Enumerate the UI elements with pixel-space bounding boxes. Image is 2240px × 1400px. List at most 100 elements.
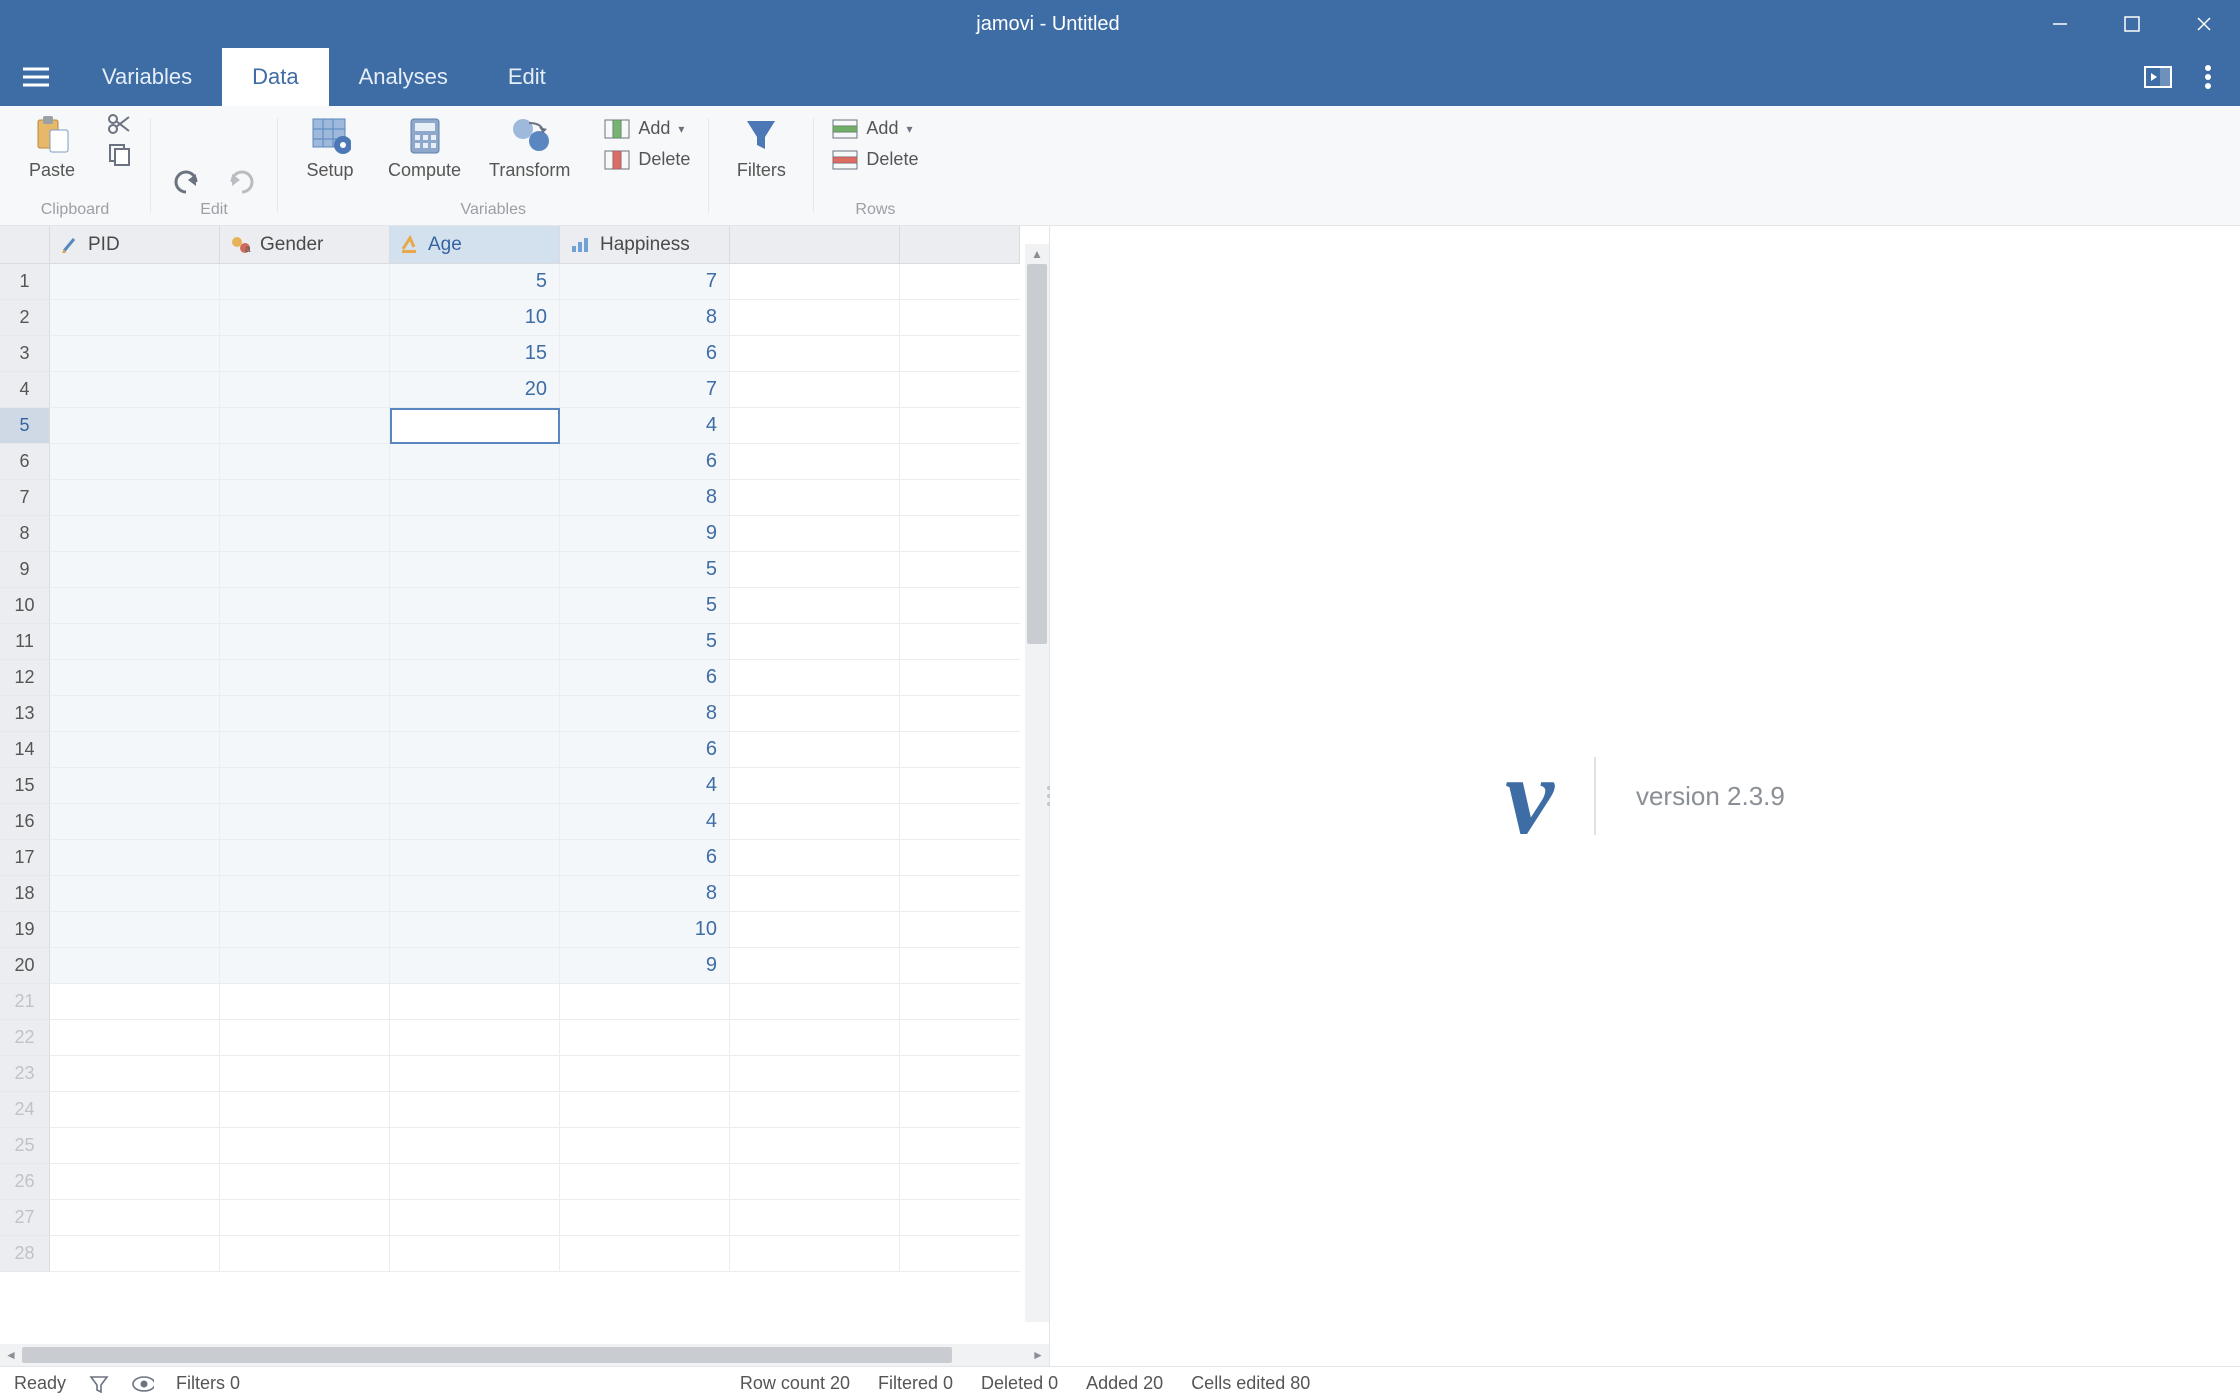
cell[interactable] (560, 1092, 730, 1128)
cell-empty[interactable] (900, 1128, 1020, 1164)
cell[interactable]: 6 (560, 840, 730, 876)
cell[interactable] (50, 624, 220, 660)
row-number[interactable]: 4 (0, 372, 50, 408)
cell[interactable]: 5 (560, 624, 730, 660)
minimize-button[interactable] (2024, 0, 2096, 48)
cell[interactable] (50, 1020, 220, 1056)
toggle-results-pane-icon[interactable] (2140, 59, 2176, 95)
cell[interactable]: 7 (560, 264, 730, 300)
column-header-happiness[interactable]: Happiness (560, 226, 730, 264)
column-header-gender[interactable]: aGender (220, 226, 390, 264)
cell[interactable]: 9 (560, 516, 730, 552)
cell[interactable] (50, 588, 220, 624)
cell[interactable]: 5 (560, 552, 730, 588)
cell[interactable]: 10 (390, 300, 560, 336)
cell[interactable] (220, 1128, 390, 1164)
cell[interactable] (50, 444, 220, 480)
cell[interactable] (220, 1236, 390, 1272)
cell[interactable]: 9 (560, 948, 730, 984)
cell[interactable] (560, 1236, 730, 1272)
filter-status-icon[interactable] (88, 1373, 110, 1395)
cell[interactable]: 8 (560, 696, 730, 732)
cell-empty[interactable] (900, 552, 1020, 588)
column-header-empty[interactable] (900, 226, 1020, 264)
cell[interactable] (560, 1200, 730, 1236)
cell[interactable]: 6 (560, 336, 730, 372)
cut-button[interactable] (100, 112, 138, 136)
cell-empty[interactable] (730, 840, 900, 876)
row-number[interactable]: 1 (0, 264, 50, 300)
cell[interactable] (220, 984, 390, 1020)
cell[interactable] (220, 588, 390, 624)
cell-empty[interactable] (730, 1128, 900, 1164)
column-header-pid[interactable]: PID (50, 226, 220, 264)
cell[interactable]: 5 (390, 264, 560, 300)
cell[interactable]: 8 (560, 876, 730, 912)
redo-button[interactable] (223, 163, 259, 199)
cell[interactable] (390, 1020, 560, 1056)
cell[interactable] (390, 1092, 560, 1128)
cell-empty[interactable] (730, 444, 900, 480)
cell-empty[interactable] (900, 588, 1020, 624)
cell[interactable] (50, 552, 220, 588)
cell-empty[interactable] (730, 516, 900, 552)
cell-empty[interactable] (730, 948, 900, 984)
cell-empty[interactable] (730, 552, 900, 588)
cell[interactable] (560, 1020, 730, 1056)
tab-variables[interactable]: Variables (72, 48, 222, 106)
corner-cell[interactable] (0, 226, 50, 264)
cell[interactable] (220, 1200, 390, 1236)
cell-empty[interactable] (730, 696, 900, 732)
column-header-empty[interactable] (730, 226, 900, 264)
cell-empty[interactable] (900, 840, 1020, 876)
cell[interactable]: 4 (560, 768, 730, 804)
cell[interactable] (560, 1056, 730, 1092)
cell[interactable] (50, 660, 220, 696)
row-number[interactable]: 23 (0, 1056, 50, 1092)
cell-empty[interactable] (730, 588, 900, 624)
cell[interactable] (50, 264, 220, 300)
cell[interactable] (390, 984, 560, 1020)
cell[interactable] (220, 264, 390, 300)
row-number[interactable]: 19 (0, 912, 50, 948)
row-number[interactable]: 6 (0, 444, 50, 480)
cell[interactable] (220, 336, 390, 372)
cell[interactable] (390, 408, 560, 444)
row-number[interactable]: 16 (0, 804, 50, 840)
cell-empty[interactable] (730, 264, 900, 300)
cell[interactable] (220, 1020, 390, 1056)
row-number[interactable]: 21 (0, 984, 50, 1020)
cell[interactable] (220, 372, 390, 408)
cell[interactable] (390, 660, 560, 696)
cell-empty[interactable] (730, 912, 900, 948)
cell[interactable]: 6 (560, 660, 730, 696)
cell[interactable] (220, 840, 390, 876)
cell[interactable] (390, 1200, 560, 1236)
cell[interactable] (390, 1128, 560, 1164)
cell-empty[interactable] (730, 876, 900, 912)
cell-empty[interactable] (730, 1056, 900, 1092)
cell[interactable] (50, 1236, 220, 1272)
cell[interactable] (560, 1164, 730, 1200)
cell[interactable] (560, 1128, 730, 1164)
spreadsheet[interactable]: PIDaGenderAgeHappiness157210831564207546… (0, 226, 1049, 1344)
cell[interactable]: 8 (560, 300, 730, 336)
cell-empty[interactable] (730, 1020, 900, 1056)
cell[interactable] (50, 1092, 220, 1128)
tab-edit[interactable]: Edit (478, 48, 576, 106)
cell[interactable] (390, 1164, 560, 1200)
cell[interactable] (220, 876, 390, 912)
cell[interactable] (390, 480, 560, 516)
compute-button[interactable]: Compute (378, 110, 471, 185)
filters-button[interactable]: Filters (721, 110, 801, 185)
row-number[interactable]: 11 (0, 624, 50, 660)
cell[interactable] (390, 588, 560, 624)
cell-empty[interactable] (900, 984, 1020, 1020)
cell-empty[interactable] (900, 624, 1020, 660)
cell[interactable] (390, 804, 560, 840)
cell-empty[interactable] (900, 876, 1020, 912)
cell[interactable] (220, 300, 390, 336)
close-button[interactable] (2168, 0, 2240, 48)
cell-empty[interactable] (730, 732, 900, 768)
cell[interactable] (390, 948, 560, 984)
